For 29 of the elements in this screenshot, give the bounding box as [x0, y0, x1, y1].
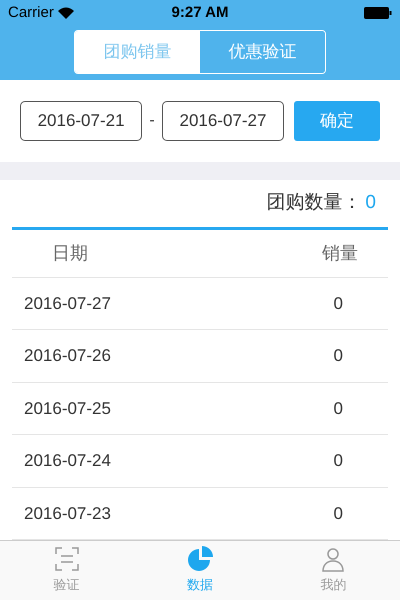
start-date-field[interactable]: 2016-07-21 — [20, 101, 142, 141]
wifi-icon — [58, 7, 74, 19]
end-date-field[interactable]: 2016-07-27 — [162, 101, 284, 141]
sales-cell-text: 0 — [332, 345, 344, 367]
sales-cell-text: 0 — [332, 450, 344, 472]
date-cell-text: 2016-07-26 — [23, 345, 112, 367]
date-cell-text: 2016-07-25 — [23, 398, 112, 420]
count-label: 团购数量： — [266, 191, 362, 216]
column-header: 日期 — [51, 242, 89, 265]
battery-icon — [364, 7, 392, 19]
pie-chart-icon — [186, 546, 213, 572]
scan-icon — [54, 546, 80, 572]
date-cell-text: 2016-07-24 — [23, 450, 112, 472]
tab-bar-item[interactable]: 验证 — [0, 541, 134, 600]
date-cell-text: 2016-07-27 — [23, 292, 112, 314]
status-time: 9:27 AM — [172, 2, 228, 23]
segment-tab[interactable]: 团购销量 — [75, 31, 200, 73]
sales-cell-text: 0 — [332, 502, 344, 524]
carrier-text: Carrier — [8, 2, 54, 23]
column-header: 销量 — [321, 242, 359, 265]
sales-cell-text: 0 — [332, 292, 344, 314]
date-cell-text: 2016-07-23 — [23, 502, 112, 524]
tab-bar-item[interactable]: 我的 — [266, 541, 400, 600]
range-separator: - — [148, 111, 156, 131]
confirm-button[interactable]: 确定 — [294, 101, 380, 141]
person-icon — [320, 546, 346, 572]
sales-cell-text: 0 — [332, 398, 344, 420]
count-value: 0 — [365, 191, 376, 216]
tab-bar-item[interactable]: 数据 — [133, 541, 267, 600]
